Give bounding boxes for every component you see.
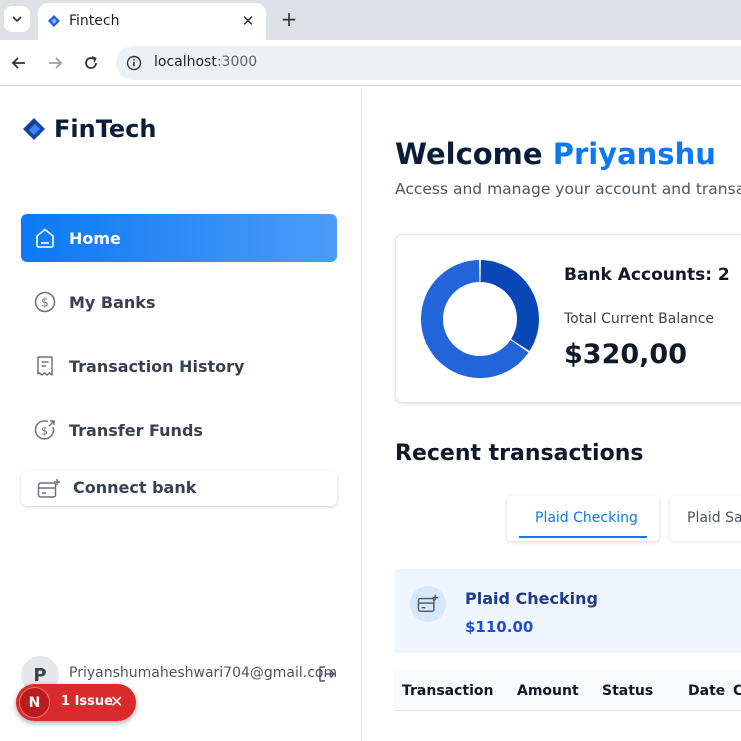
tab-plaid-checking[interactable]: Plaid Checking: [507, 496, 659, 541]
sidebar-item-label: Transfer Funds: [69, 420, 203, 440]
sidebar-item-my-banks[interactable]: $ My Banks: [21, 278, 337, 326]
browser-tab-bar: Fintech ✕ +: [0, 0, 741, 40]
total-balance-card: Bank Accounts: 2 Total Current Balance $…: [395, 234, 741, 403]
chevron-down-icon: [12, 16, 22, 23]
tab-search-button[interactable]: [4, 6, 30, 32]
tab-active-indicator: [519, 536, 647, 538]
donut-slice-plaid-checking: [480, 260, 539, 352]
column-header: Amount: [517, 683, 579, 699]
sidebar-item-home[interactable]: Home: [21, 214, 337, 262]
nextjs-logo-icon[interactable]: N: [19, 687, 50, 718]
bank-account-name: Plaid Checking: [465, 589, 598, 608]
reload-icon: [85, 56, 97, 69]
back-button[interactable]: [7, 51, 31, 75]
logout-icon[interactable]: [317, 664, 337, 684]
balance-donut-chart: [421, 260, 539, 378]
sidebar-item-transaction-history[interactable]: Transaction History: [21, 342, 337, 390]
home-icon: [36, 228, 54, 248]
page-title: Welcome Priyanshu: [395, 137, 716, 171]
receipt-icon: [37, 356, 53, 376]
connect-bank-button[interactable]: Connect bank: [21, 471, 337, 506]
sidebar: FinTech Home $ My Banks Transaction Hist…: [0, 87, 362, 741]
close-tab-icon[interactable]: ✕: [238, 11, 258, 31]
transactions-table-header: Transaction Amount Status Date Channel: [394, 671, 741, 711]
browser-toolbar: localhost:3000: [0, 40, 741, 86]
address-bar[interactable]: localhost:3000: [116, 46, 741, 80]
bank-account-balance: $110.00: [465, 618, 534, 636]
connect-bank-label: Connect bank: [73, 478, 197, 497]
bank-accounts-count: Bank Accounts: 2: [564, 265, 730, 285]
welcome-prefix: Welcome: [395, 137, 543, 171]
total-balance-value: $320,00: [564, 339, 687, 370]
brand[interactable]: FinTech: [22, 115, 156, 143]
column-header: Status: [602, 683, 654, 699]
column-header: Transaction: [402, 683, 494, 699]
forward-button[interactable]: [43, 51, 67, 75]
arrow-right-icon: [49, 57, 63, 69]
new-tab-button[interactable]: +: [278, 7, 300, 31]
issues-count[interactable]: 1 Issue: [61, 694, 113, 709]
total-balance-label: Total Current Balance: [564, 311, 715, 327]
url-text: localhost:3000: [154, 54, 257, 70]
svg-text:$: $: [41, 296, 49, 310]
user-name: Priyanshu: [552, 137, 716, 171]
bank-icon-wrapper: [410, 586, 446, 622]
arrow-left-icon: [11, 57, 25, 69]
recent-transactions-title: Recent transactions: [395, 441, 644, 466]
main-content: Welcome Priyanshu Access and manage your…: [363, 87, 741, 741]
add-card-icon: [417, 594, 438, 612]
column-header: Channel: [733, 683, 741, 699]
url-host: localhost: [154, 54, 217, 70]
sidebar-item-transfer-funds[interactable]: $ Transfer Funds: [21, 406, 337, 454]
tab-plaid-saving[interactable]: Plaid Saving: [670, 496, 741, 541]
tab-title: Fintech: [69, 13, 120, 29]
close-icon[interactable]: ✕: [110, 692, 123, 711]
url-port: :3000: [216, 54, 258, 70]
sidebar-item-label: Home: [69, 228, 121, 248]
dollar-circle-icon: $: [34, 291, 56, 313]
add-card-icon: [37, 479, 60, 498]
fintech-logo-icon: [23, 118, 45, 140]
money-send-icon: $: [34, 420, 55, 440]
browser-tab[interactable]: Fintech ✕: [38, 3, 266, 40]
info-icon[interactable]: [126, 55, 142, 71]
tab-label: Plaid Saving: [687, 510, 741, 526]
column-header: Date: [688, 683, 726, 699]
tab-label: Plaid Checking: [535, 510, 638, 526]
brand-name: FinTech: [54, 115, 157, 143]
svg-text:$: $: [41, 425, 48, 438]
reload-button[interactable]: [79, 51, 103, 75]
bank-info-card[interactable]: Plaid Checking $110.00: [394, 569, 741, 653]
issues-badge[interactable]: N 1 Issue ✕: [16, 684, 136, 721]
user-email: Priyanshumaheshwari704@gmail.com: [69, 665, 338, 681]
fintech-favicon-icon: [48, 15, 60, 27]
page-subtitle: Access and manage your account and trans…: [395, 180, 741, 198]
sidebar-item-label: Transaction History: [69, 356, 245, 376]
sidebar-item-label: My Banks: [69, 292, 156, 312]
